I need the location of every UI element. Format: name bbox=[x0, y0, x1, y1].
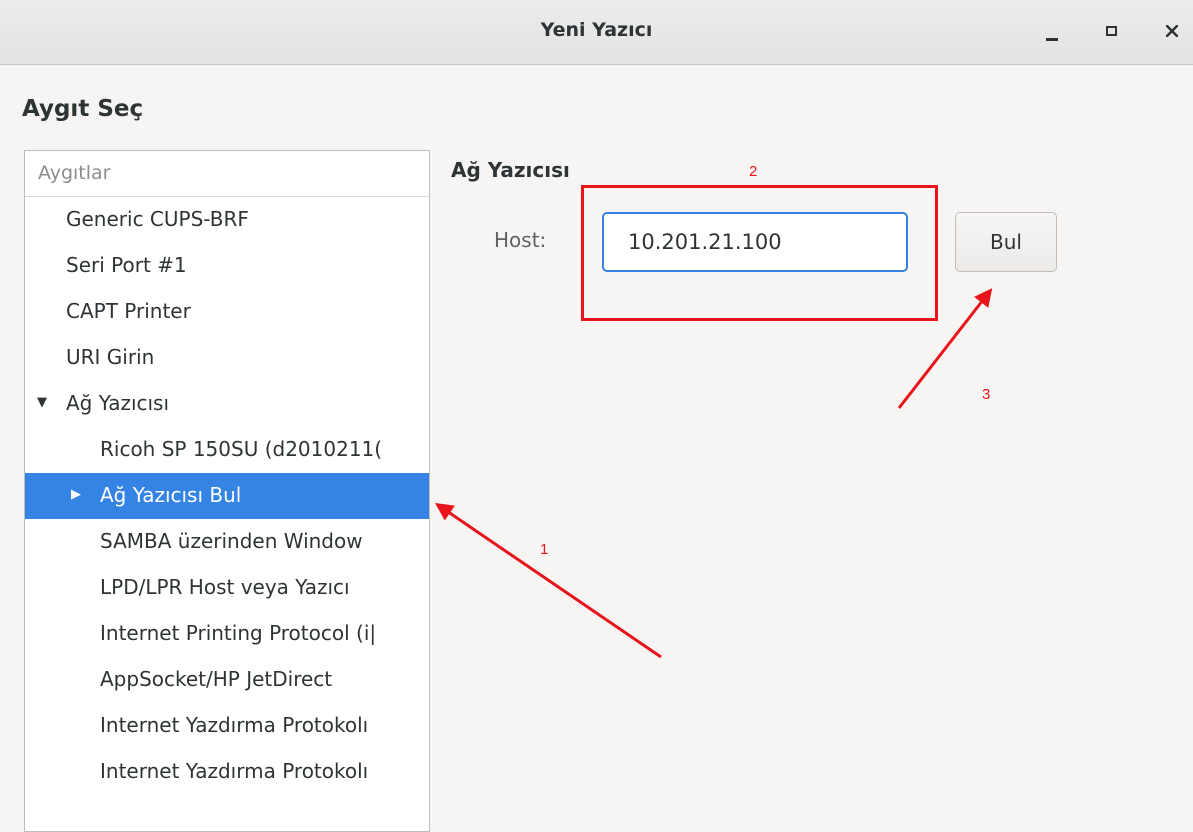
title-bar: Yeni Yazıcı bbox=[0, 0, 1193, 65]
close-icon[interactable] bbox=[1154, 14, 1190, 50]
tree-row[interactable]: AppSocket/HP JetDirect bbox=[25, 657, 429, 703]
tree-row-label: Generic CUPS-BRF bbox=[66, 207, 249, 231]
expander-collapsed-icon[interactable]: ▶ bbox=[71, 473, 81, 517]
annotation-number-2: 2 bbox=[749, 163, 758, 180]
annotation-highlight-box bbox=[581, 185, 938, 321]
tree-row[interactable]: SAMBA üzerinden Window bbox=[25, 519, 429, 565]
tree-row-label: Internet Yazdırma Protokolı bbox=[100, 759, 369, 783]
tree-row[interactable]: URI Girin bbox=[25, 335, 429, 381]
tree-row-label: Ağ Yazıcısı Bul bbox=[100, 483, 242, 507]
minimize-icon[interactable] bbox=[1034, 14, 1070, 50]
host-label: Host: bbox=[494, 228, 547, 252]
tree-row-label: Ağ Yazıcısı bbox=[66, 391, 170, 415]
tree-row[interactable]: ▼ Ağ Yazıcısı bbox=[25, 381, 429, 427]
device-tree[interactable]: Aygıtlar Generic CUPS-BRF Seri Port #1 CAP… bbox=[24, 150, 430, 832]
page-heading: Aygıt Seç bbox=[22, 96, 144, 122]
tree-row-label: AppSocket/HP JetDirect bbox=[100, 667, 333, 691]
tree-row[interactable]: Ricoh SP 150SU (d2010211( bbox=[25, 427, 429, 473]
tree-row[interactable]: Generic CUPS-BRF bbox=[25, 197, 429, 243]
tree-row[interactable]: Seri Port #1 bbox=[25, 243, 429, 289]
tree-row[interactable]: Internet Yazdırma Protokolı bbox=[25, 749, 429, 795]
find-button[interactable]: Bul bbox=[955, 212, 1057, 272]
annotation-number-1: 1 bbox=[540, 541, 549, 558]
tree-row-label: CAPT Printer bbox=[66, 299, 191, 323]
tree-row[interactable]: CAPT Printer bbox=[25, 289, 429, 335]
tree-row-label: Internet Yazdırma Protokolı bbox=[100, 713, 369, 737]
annotation-number-3: 3 bbox=[982, 386, 991, 403]
tree-header: Aygıtlar bbox=[25, 151, 429, 197]
tree-row[interactable]: LPD/LPR Host veya Yazıcı bbox=[25, 565, 429, 611]
tree-row-label: Internet Printing Protocol (i| bbox=[100, 621, 377, 645]
annotation-arrow-1 bbox=[435, 502, 662, 659]
tree-row-selected[interactable]: ▶ Ağ Yazıcısı Bul bbox=[25, 473, 429, 519]
tree-row-label: Ricoh SP 150SU (d2010211( bbox=[100, 437, 383, 461]
tree-row[interactable]: Internet Yazdırma Protokolı bbox=[25, 703, 429, 749]
window-title: Yeni Yazıcı bbox=[540, 19, 653, 41]
tree-row-label: SAMBA üzerinden Window bbox=[100, 529, 363, 553]
tree-row-label: Seri Port #1 bbox=[66, 253, 187, 277]
expander-expanded-icon[interactable]: ▼ bbox=[37, 381, 47, 425]
tree-row-label: URI Girin bbox=[66, 345, 155, 369]
tree-row[interactable]: Internet Printing Protocol (i| bbox=[25, 611, 429, 657]
maximize-icon[interactable] bbox=[1094, 14, 1130, 50]
tree-row-label: LPD/LPR Host veya Yazıcı bbox=[100, 575, 350, 599]
network-printer-label: Ağ Yazıcısı bbox=[451, 158, 570, 182]
